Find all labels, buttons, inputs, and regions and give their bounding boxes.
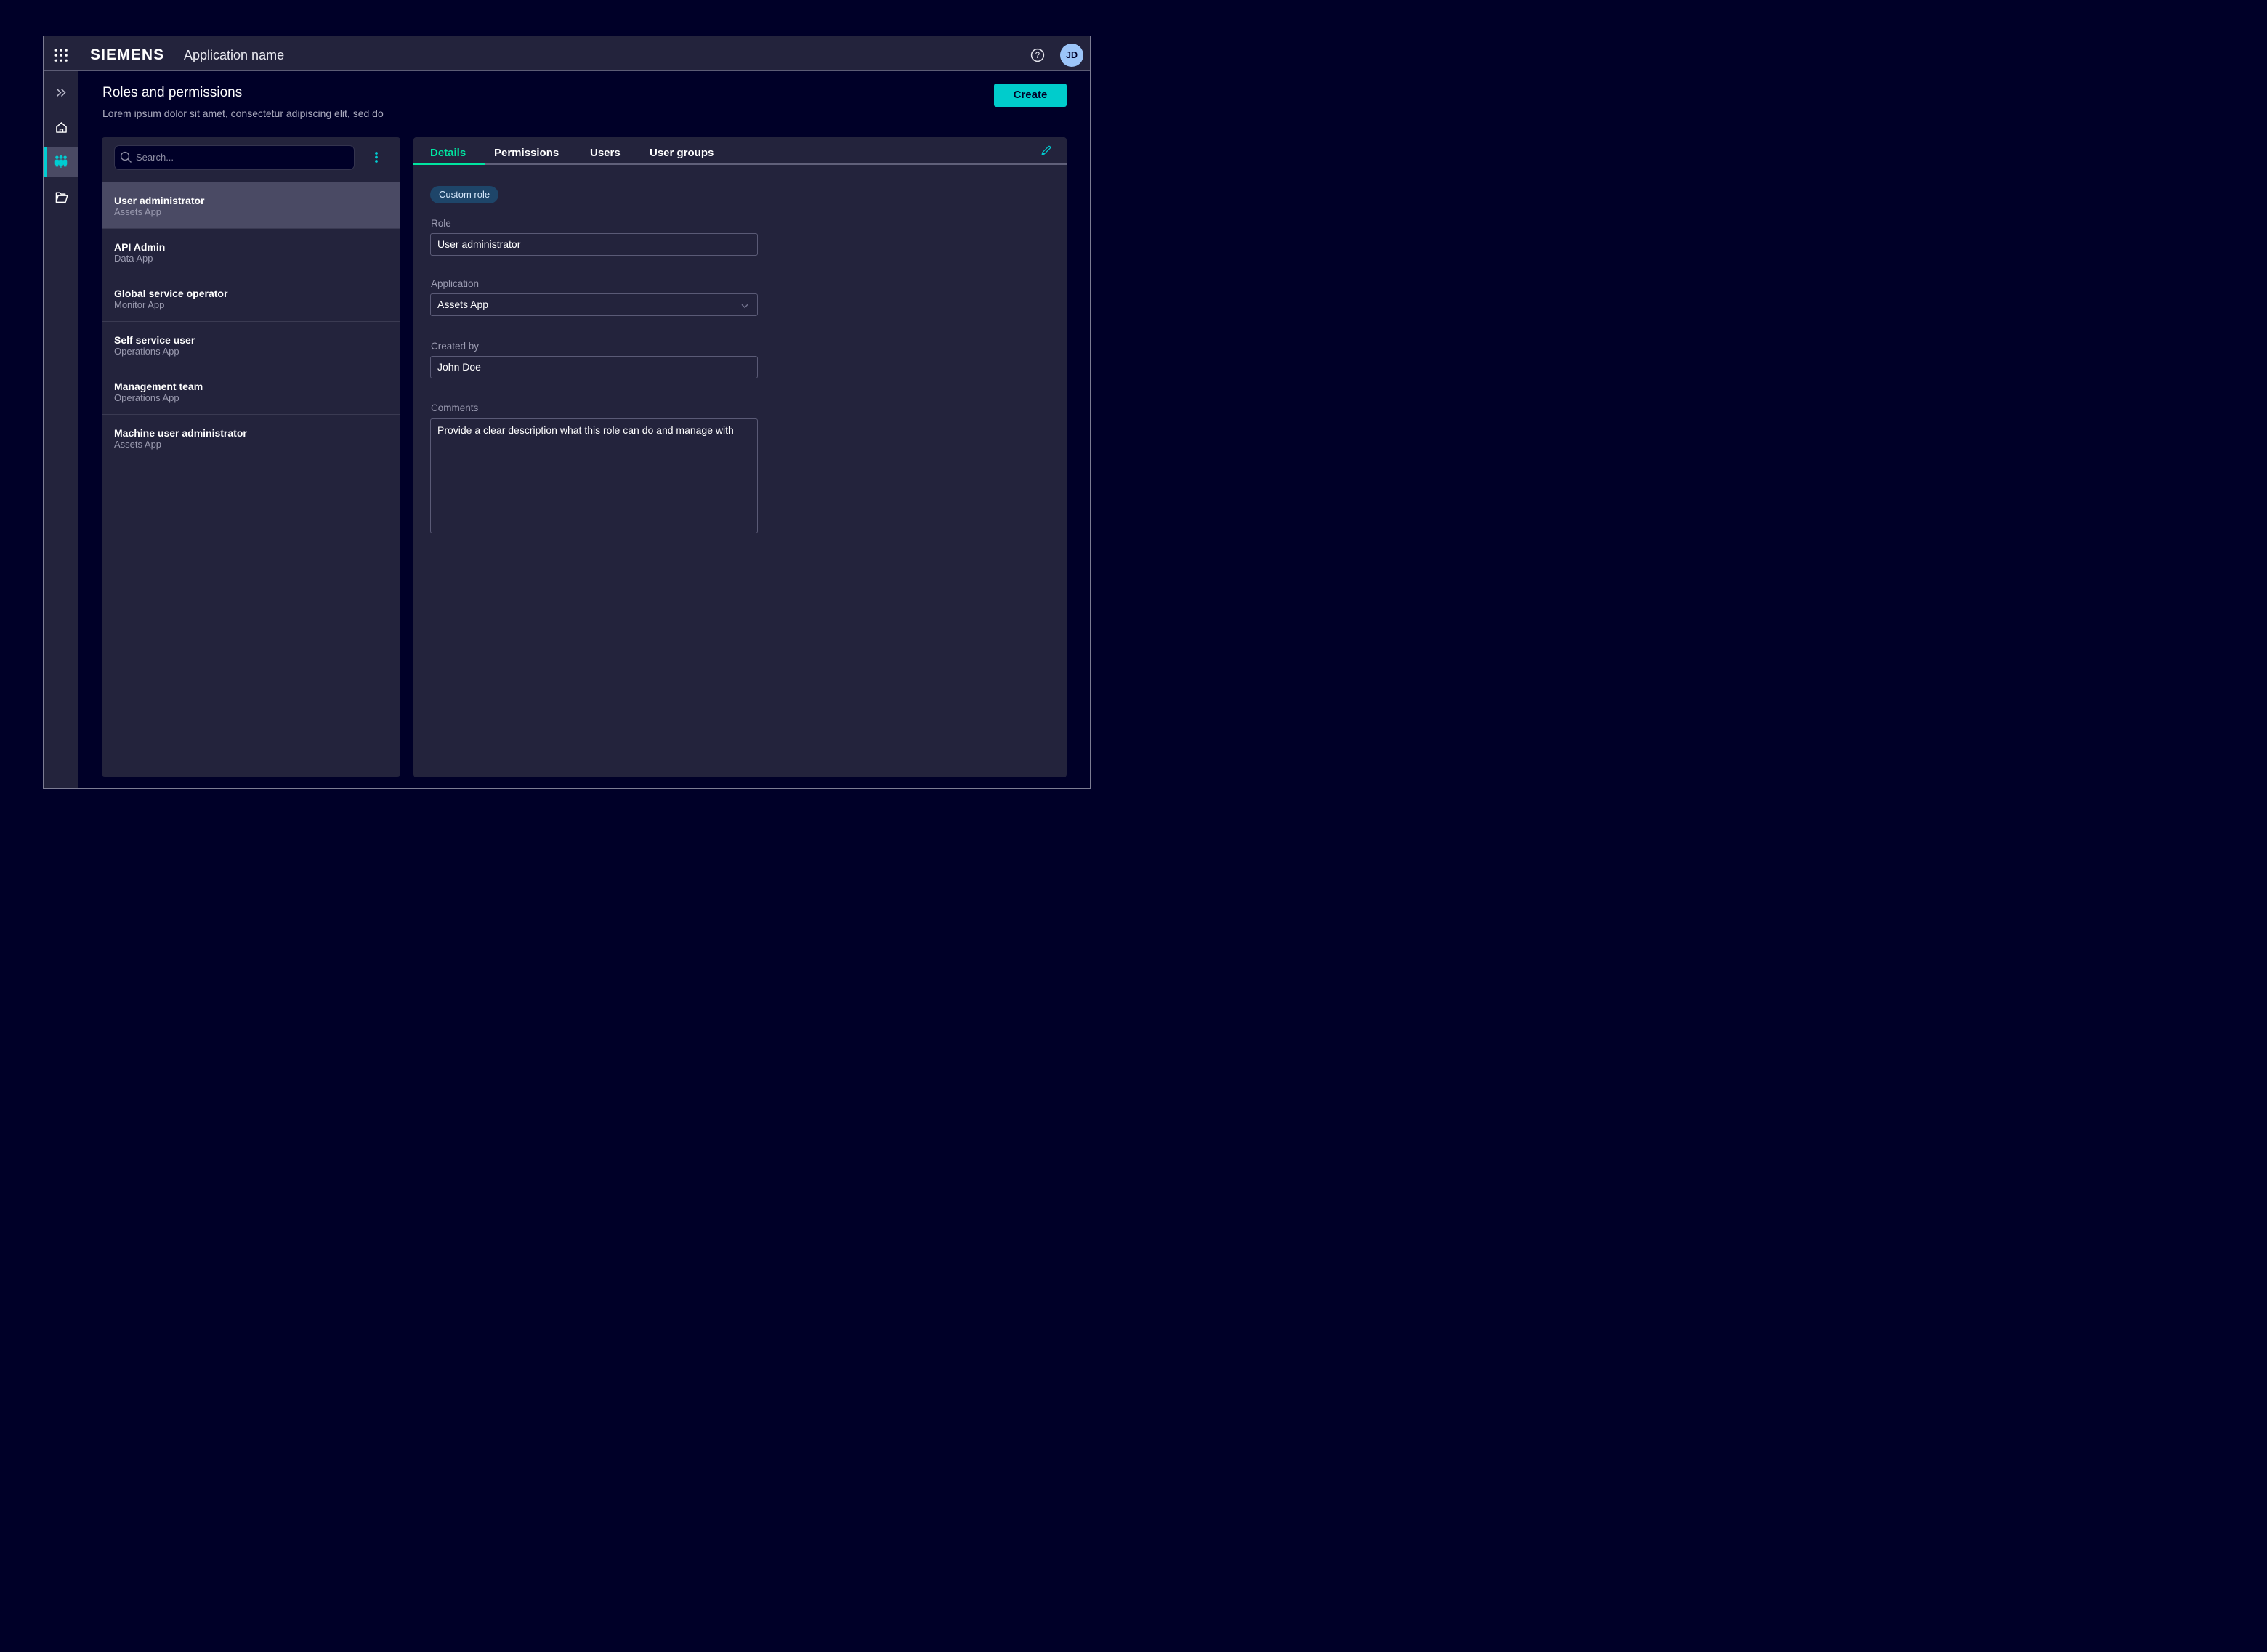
svg-text:?: ? xyxy=(1035,52,1040,60)
